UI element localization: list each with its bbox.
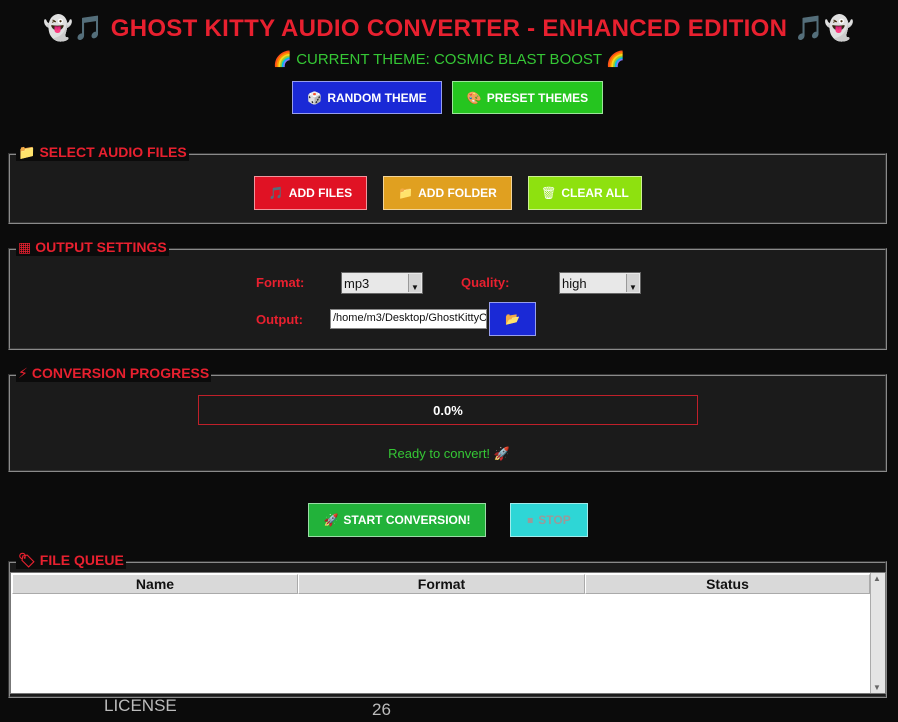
format-label: Format:	[256, 275, 305, 290]
rocket-icon: 🚀	[323, 513, 339, 527]
output-label: Output:	[256, 312, 303, 327]
table-header: Name Format Status	[12, 574, 870, 594]
chevron-down-icon[interactable]: ▼	[626, 274, 639, 292]
column-header-status[interactable]: Status	[585, 574, 870, 594]
open-folder-icon: 📂	[505, 312, 520, 326]
browse-output-button[interactable]: 📂	[489, 302, 536, 336]
select-files-legend-text: SELECT AUDIO FILES	[39, 144, 187, 160]
output-path-field[interactable]: /home/m3/Desktop/GhostKittyOu	[330, 309, 487, 329]
scroll-up-icon[interactable]: ▲	[873, 574, 881, 583]
preset-themes-button[interactable]: 🎨 PRESET THEMES	[452, 81, 603, 114]
progress-percent: 0.0%	[433, 402, 463, 418]
background-window-text: LICENSE	[104, 696, 177, 715]
quality-value: high	[562, 276, 587, 291]
folder-icon: 📁	[18, 144, 36, 160]
page-title: 👻🎵 GHOST KITTY AUDIO CONVERTER - ENHANCE…	[43, 15, 855, 42]
quality-combobox[interactable]: high ▼	[559, 272, 641, 294]
preset-themes-label: PRESET THEMES	[486, 90, 589, 105]
chevron-down-icon[interactable]: ▼	[408, 274, 421, 292]
stop-button[interactable]: ⏹ STOP	[510, 503, 588, 537]
clear-all-label: CLEAR ALL	[561, 186, 629, 200]
background-window-number: 26	[372, 700, 391, 719]
add-folder-button[interactable]: 📁 ADD FOLDER	[383, 176, 512, 210]
grid-icon: ▦	[18, 239, 32, 255]
vertical-scrollbar[interactable]: ▲ ▼	[870, 573, 885, 693]
stop-label: STOP	[538, 513, 571, 527]
progress-legend-text: CONVERSION PROGRESS	[31, 365, 210, 381]
status-text: Ready to convert! 🚀	[388, 446, 510, 461]
column-header-format[interactable]: Format	[298, 574, 585, 594]
start-conversion-label: START CONVERSION!	[343, 513, 471, 527]
output-settings-legend: ▦ OUTPUT SETTINGS	[16, 239, 169, 256]
random-theme-label: RANDOM THEME	[327, 90, 427, 105]
scroll-down-icon[interactable]: ▼	[873, 683, 881, 692]
clear-all-button[interactable]: 🗑 CLEAR ALL	[528, 176, 642, 210]
file-queue-table[interactable]: Name Format Status ▲ ▼	[10, 572, 886, 694]
file-queue-legend-text: FILE QUEUE	[39, 552, 124, 568]
theme-label: 🌈 CURRENT THEME: COSMIC BLAST BOOST 🌈	[273, 51, 625, 68]
select-files-legend: 📁 SELECT AUDIO FILES	[16, 144, 189, 161]
dice-icon: 🎲	[307, 90, 323, 105]
start-conversion-button[interactable]: 🚀 START CONVERSION!	[308, 503, 486, 537]
file-queue-legend: 🏷 FILE QUEUE	[16, 552, 126, 569]
palette-icon: 🎨	[466, 90, 482, 105]
quality-label: Quality:	[461, 275, 510, 290]
add-files-label: ADD FILES	[288, 186, 353, 200]
trash-icon: 🗑	[541, 186, 557, 200]
column-header-name[interactable]: Name	[12, 574, 298, 594]
lightning-icon: ⚡	[18, 365, 28, 381]
stop-icon: ⏹	[527, 512, 534, 527]
output-settings-group: ▦ OUTPUT SETTINGS	[8, 239, 887, 350]
folder-icon: 📁	[398, 186, 414, 200]
add-folder-label: ADD FOLDER	[418, 186, 497, 200]
format-combobox[interactable]: mp3 ▼	[341, 272, 423, 294]
add-files-button[interactable]: 🎵 ADD FILES	[254, 176, 367, 210]
output-settings-legend-text: OUTPUT SETTINGS	[35, 239, 167, 255]
music-note-icon: 🎵	[268, 186, 284, 200]
format-value: mp3	[344, 276, 370, 291]
progress-legend: ⚡ CONVERSION PROGRESS	[16, 365, 212, 382]
random-theme-button[interactable]: 🎲 RANDOM THEME	[292, 81, 442, 114]
progress-bar: 0.0%	[198, 395, 698, 425]
tag-icon: 🏷	[18, 552, 36, 568]
